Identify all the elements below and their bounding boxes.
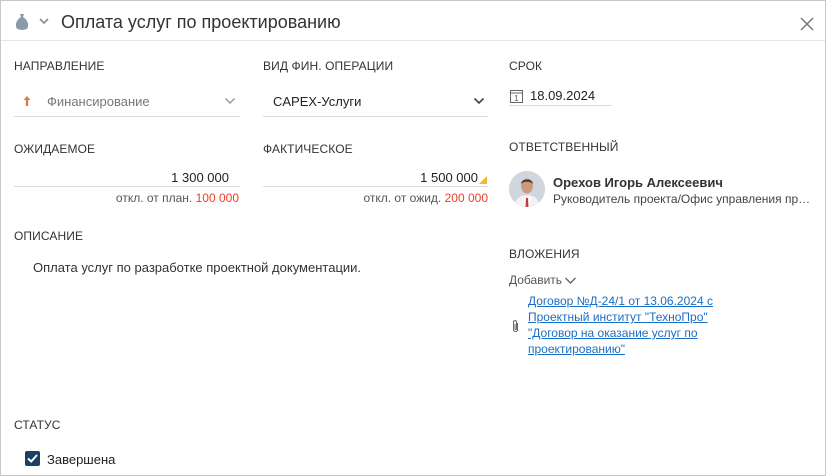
responsible-role: Руководитель проекта/Офис управления про…: [553, 192, 815, 206]
expected-amount-input[interactable]: 1 300 000: [14, 170, 229, 185]
page-title: Оплата услуг по проектированию: [61, 12, 341, 32]
deadline-underline: [509, 105, 612, 106]
svg-text:1: 1: [514, 94, 519, 103]
responsible-label: ОТВЕТСТВЕННЫЙ: [509, 140, 619, 154]
deadline-input[interactable]: 18.09.2024: [530, 88, 595, 103]
actual-label: ФАКТИЧЕСКОЕ: [263, 142, 353, 156]
completed-checkbox[interactable]: [25, 451, 40, 466]
actual-amount-input[interactable]: 1 500 000: [263, 170, 478, 185]
arrow-up-icon: [23, 96, 31, 106]
dialog-header: Оплата услуг по проектированию: [1, 1, 825, 41]
calendar-icon[interactable]: 1: [510, 89, 523, 103]
actual-deviation-value: 200 000: [444, 191, 488, 205]
direction-select[interactable]: Финансирование: [47, 94, 150, 109]
dialog-window: Оплата услуг по проектированию НАПРАВЛЕН…: [0, 0, 826, 476]
paperclip-icon: [513, 320, 518, 332]
status-label: СТАТУС: [14, 418, 61, 432]
expected-deviation: откл. от план. 100 000: [14, 191, 239, 205]
description-label: ОПИСАНИЕ: [14, 229, 84, 243]
expected-deviation-label: откл. от план.: [115, 191, 193, 205]
deadline-label: СРОК: [509, 59, 543, 73]
actual-deviation-label: откл. от ожид.: [363, 191, 442, 205]
responsible-name[interactable]: Орехов Игорь Алексеевич: [553, 175, 723, 190]
money-bag-icon[interactable]: [15, 13, 29, 31]
expected-label: ОЖИДАЕМОЕ: [14, 142, 96, 156]
chevron-down-icon[interactable]: [224, 97, 236, 105]
operation-label: ВИД ФИН. ОПЕРАЦИИ: [263, 59, 394, 73]
avatar[interactable]: [509, 171, 545, 207]
chevron-down-icon[interactable]: [38, 16, 50, 26]
expected-deviation-value: 100 000: [195, 191, 239, 205]
attachment-link[interactable]: Договор №Д-24/1 от 13.06.2024 с Проектны…: [528, 293, 728, 357]
expected-underline: [14, 186, 240, 187]
direction-label: НАПРАВЛЕНИЕ: [14, 59, 105, 73]
completed-checkbox-label[interactable]: Завершена: [47, 452, 115, 467]
attachments-label: ВЛОЖЕНИЯ: [509, 247, 580, 261]
actual-underline: [263, 186, 488, 187]
chevron-down-icon[interactable]: [564, 276, 577, 285]
operation-underline: [263, 116, 488, 117]
description-text[interactable]: Оплата услуг по разработке проектной док…: [33, 260, 361, 275]
add-attachment-button[interactable]: Добавить: [509, 273, 562, 287]
chevron-down-icon[interactable]: [473, 97, 485, 105]
direction-underline: [14, 116, 240, 117]
operation-select[interactable]: CAPEX-Услуги: [273, 94, 361, 109]
actual-deviation: откл. от ожид. 200 000: [263, 191, 488, 205]
checkmark-icon: [27, 454, 38, 463]
close-icon[interactable]: [799, 16, 815, 32]
warning-corner-icon: [479, 176, 487, 184]
